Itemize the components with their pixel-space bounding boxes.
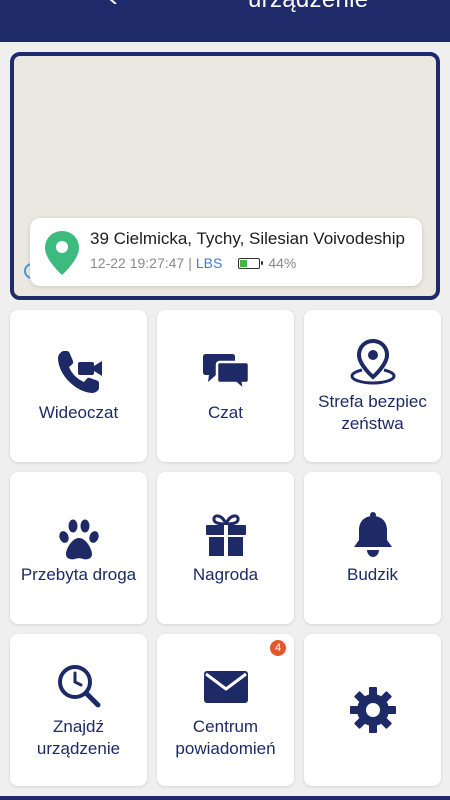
video-call-label: Wideoczat (38, 403, 119, 422)
map-view[interactable]: 39 Cielmicka, Tychy, Silesian Voivodeshi… (10, 52, 440, 300)
top-bar: urządzenie (0, 0, 450, 42)
paw-icon (58, 519, 99, 560)
alarm-label: Budzik (346, 565, 399, 584)
notification-center-label-line1: Centrum (192, 717, 259, 736)
alarm-tile[interactable]: Budzik (304, 472, 441, 624)
gear-icon (349, 687, 396, 733)
safe-zone-tile[interactable]: Strefa bezpiec zeństwa (304, 310, 441, 462)
find-device-label-line1: Znajdź (52, 717, 105, 736)
safe-zone-label-line1: Strefa bezpiec (318, 392, 427, 411)
notification-center-label: Centrum powiadomień (161, 716, 290, 760)
location-source: LBS (195, 255, 223, 271)
video-call-tile[interactable]: Wideoczat (10, 310, 147, 462)
back-arrow-icon[interactable] (108, 0, 118, 4)
location-meta: 12-22 19:27:47 | LBS 44% (90, 255, 296, 271)
location-card[interactable]: 39 Cielmicka, Tychy, Silesian Voivodeshi… (30, 218, 422, 286)
chat-tile[interactable]: Czat (157, 310, 294, 462)
find-device-tile[interactable]: Znajdź urządzenie (10, 634, 147, 786)
find-device-label-line2: urządzenie (36, 739, 121, 758)
chat-icon (202, 354, 250, 394)
safe-zone-label-line2: zeństwa (341, 414, 404, 433)
meta-separator: | (188, 255, 192, 271)
find-device-icon (57, 665, 100, 708)
bottom-bar (0, 796, 450, 800)
route-label: Przebyta droga (20, 565, 137, 584)
notification-center-tile[interactable]: 4 Centrum powiadomień (157, 634, 294, 786)
route-tile[interactable]: Przebyta droga (10, 472, 147, 624)
video-call-icon (57, 351, 102, 393)
find-device-label: Znajdź urządzenie (14, 716, 143, 760)
safe-zone-label: Strefa bezpiec zeństwa (308, 391, 437, 435)
battery-fill (240, 259, 248, 267)
chat-label: Czat (208, 403, 243, 422)
gift-icon (205, 514, 246, 556)
safe-zone-pin-icon (349, 338, 396, 385)
battery-icon (238, 257, 264, 269)
notification-center-label-line2: powiadomień (175, 739, 276, 758)
bell-icon (353, 512, 392, 557)
reward-label: Nagroda (192, 565, 259, 584)
settings-tile[interactable] (304, 634, 441, 786)
notification-badge: 4 (270, 640, 286, 656)
page-title: urządzenie (248, 0, 368, 14)
battery-percentage: 44% (268, 255, 297, 271)
reward-tile[interactable]: Nagroda (157, 472, 294, 624)
location-datetime: 12-22 19:27:47 (90, 255, 185, 271)
envelope-icon (203, 671, 248, 703)
location-address: 39 Cielmicka, Tychy, Silesian Voivodeshi… (90, 229, 405, 248)
location-pin-icon (45, 231, 79, 275)
